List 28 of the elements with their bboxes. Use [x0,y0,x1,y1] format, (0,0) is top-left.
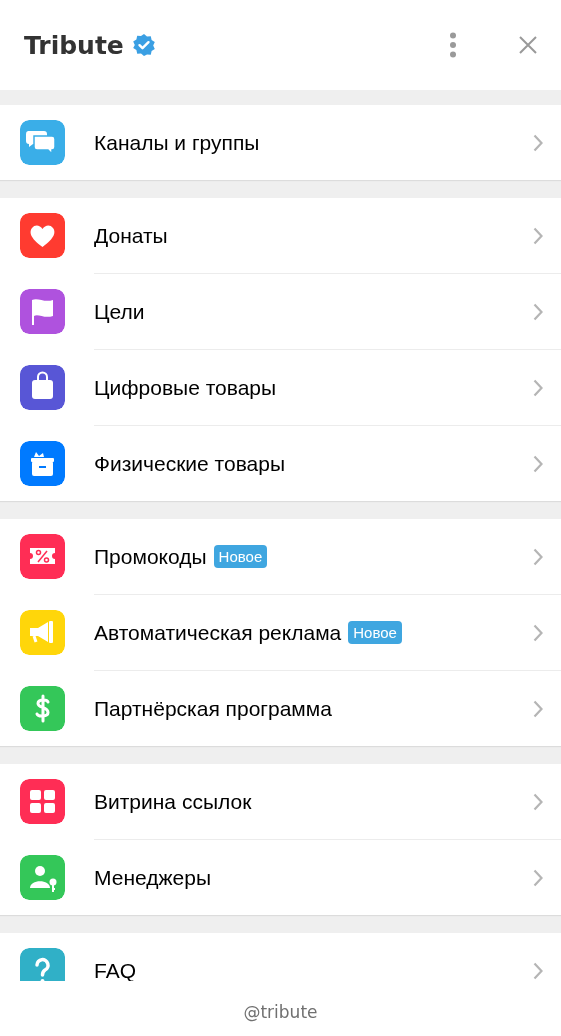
more-menu-icon[interactable] [449,32,457,58]
chevron-right-icon [533,547,543,566]
chevron-right-icon [533,961,543,980]
bot-username: @tribute [243,1001,318,1022]
menu-item[interactable]: FAQ [94,958,136,981]
chevron-right-icon [533,378,543,397]
menu-item[interactable]: Донаты [94,223,168,248]
menu-item[interactable]: Автоматическая реклама [94,620,342,645]
app-title: Tribute [24,30,124,60]
new-badge: Новое [348,621,402,644]
menu-item[interactable]: Цели [94,299,145,324]
menu-item[interactable]: Партнёрская программа [94,696,332,721]
new-badge: Новое [213,545,268,568]
chevron-right-icon [533,133,543,152]
chevron-right-icon [533,226,543,245]
menu-item[interactable]: Физические товары [94,451,286,476]
chevron-right-icon [533,792,543,811]
chevron-right-icon [533,454,543,473]
chevron-right-icon [533,302,543,321]
close-icon[interactable] [519,36,537,54]
menu-item[interactable]: Витрина ссылок [94,789,252,814]
menu-item[interactable]: Менеджеры [94,865,211,890]
menu-item[interactable]: Промокоды [94,544,207,569]
menu-item[interactable]: Каналы и группы [94,130,260,155]
chevron-right-icon [533,868,543,887]
menu-item[interactable]: Цифровые товары [94,375,277,400]
chevron-right-icon [533,623,543,642]
chevron-right-icon [533,699,543,718]
